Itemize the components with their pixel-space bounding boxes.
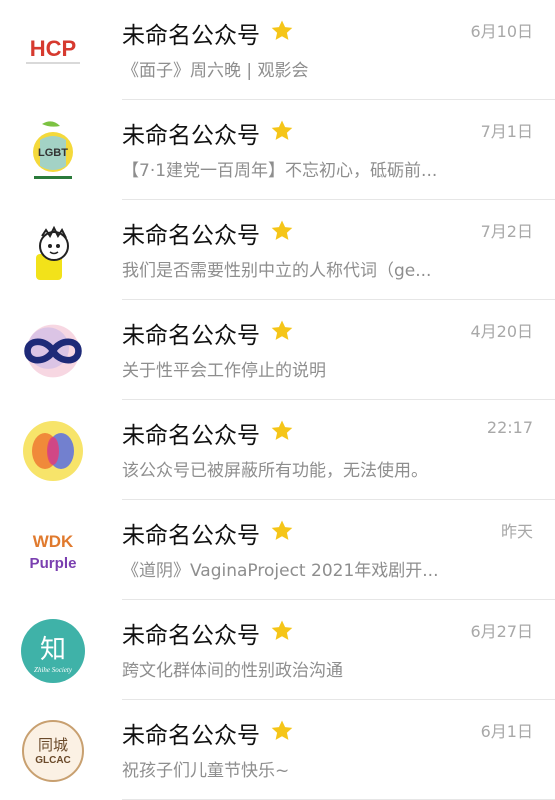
account-title: 未命名公众号 [122,723,260,749]
account-title: 未命名公众号 [122,623,260,649]
svg-text:GLCAC: GLCAC [35,755,71,766]
list-item[interactable]: 未命名公众号 7月2日 我们是否需要性别中立的人称代词（ge... [0,200,555,300]
zhihe-logo-text: 知 [40,635,66,665]
message-time: 4月20日 [470,322,533,341]
message-preview: 该公众号已被屏蔽所有功能，无法使用。 [122,461,428,481]
list-item[interactable]: 知 Zhihe Society 未命名公众号 6月27日 跨文化群体间的性别政治… [0,600,555,700]
star-icon [271,420,293,440]
message-time: 6月1日 [480,722,533,741]
account-title: 未命名公众号 [122,323,260,349]
list-item[interactable]: HCP 未命名公众号 6月10日 《面子》周六晚 | 观影会 [0,0,555,100]
list-item[interactable]: 未命名公众号 22:17 该公众号已被屏蔽所有功能，无法使用。 [0,400,555,500]
cartoon-mascot-avatar [20,218,86,284]
star-icon [271,720,293,740]
message-preview: 祝孩子们儿童节快乐~ [122,761,290,781]
hcp-logo-avatar: HCP [20,18,86,84]
lgbt-logo-text: LGBT [38,147,68,159]
message-time: 6月27日 [470,622,533,641]
message-time: 昨天 [500,522,533,541]
account-title: 未命名公众号 [122,23,260,49]
star-icon [271,120,293,140]
message-preview: 《道阴》VaginaProject 2021年戏剧开... [122,561,439,581]
glcac-logo-text: 同城 [38,736,68,754]
message-preview: 关于性平会工作停止的说明 [122,361,326,381]
account-title: 未命名公众号 [122,423,260,449]
account-title: 未命名公众号 [122,223,260,249]
hcp-logo-text: HCP [30,36,76,61]
list-item[interactable]: LGBT 未命名公众号 7月1日 【7·1建党一百周年】不忘初心，砥砺前... [0,100,555,200]
list-item[interactable]: 同城 GLCAC 未命名公众号 6月1日 祝孩子们儿童节快乐~ [0,700,555,800]
glcac-logo-avatar: 同城 GLCAC [20,718,86,784]
infinity-logo-avatar [20,318,86,384]
message-time: 6月10日 [470,22,533,41]
lgbt-fruit-logo-avatar: LGBT [20,118,86,184]
account-list: HCP 未命名公众号 6月10日 《面子》周六晚 | 观影会 LGBT 未命名公… [0,0,555,800]
svg-text:Purple: Purple [30,555,77,572]
message-time: 22:17 [486,418,533,437]
message-preview: 《面子》周六晚 | 观影会 [122,61,309,81]
zhihe-society-logo-avatar: 知 Zhihe Society [20,618,86,684]
star-icon [271,520,293,540]
message-preview: 【7·1建党一百周年】不忘初心，砥砺前... [122,161,438,181]
message-preview: 我们是否需要性别中立的人称代词（ge... [122,261,432,281]
wdk-purple-logo-avatar: WDK Purple [20,518,86,584]
star-icon [271,320,293,340]
star-icon [271,220,293,240]
message-preview: 跨文化群体间的性别政治沟通 [122,661,343,681]
message-time: 7月2日 [480,222,533,241]
list-item[interactable]: WDK Purple 未命名公众号 昨天 《道阴》VaginaProject 2… [0,500,555,600]
svg-text:WDK: WDK [33,532,74,551]
account-title: 未命名公众号 [122,123,260,149]
color-blob-logo-avatar [20,418,86,484]
message-time: 7月1日 [480,122,533,141]
star-icon [271,20,293,40]
account-title: 未命名公众号 [122,523,260,549]
list-item[interactable]: 未命名公众号 4月20日 关于性平会工作停止的说明 [0,300,555,400]
star-icon [271,620,293,640]
svg-text:Zhihe Society: Zhihe Society [34,666,73,674]
